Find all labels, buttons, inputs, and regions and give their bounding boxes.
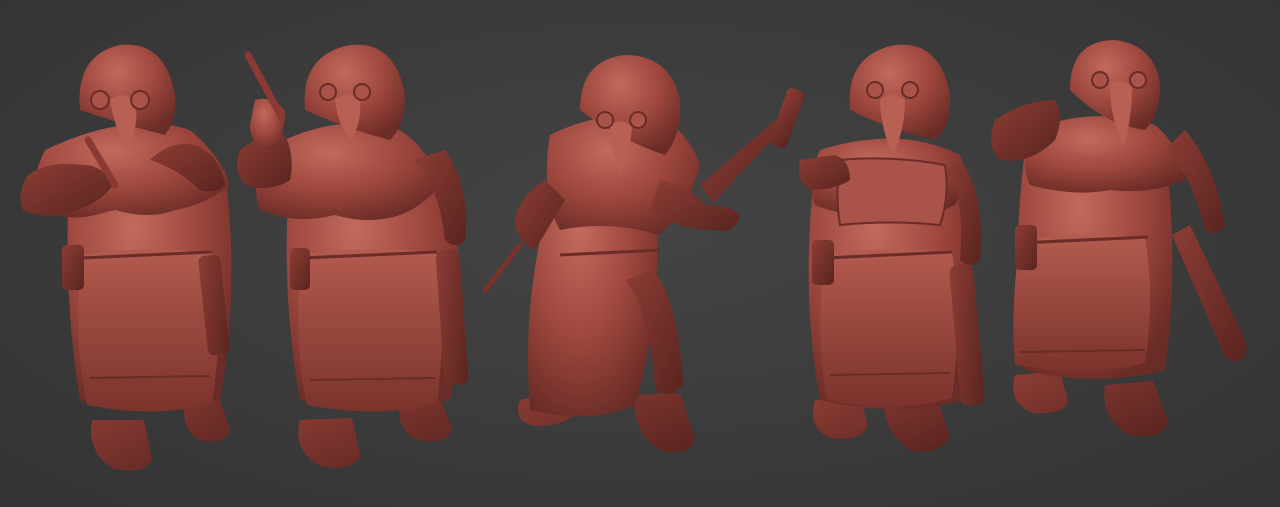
figure-4 [798, 44, 985, 452]
figure-2-goggle-right [353, 83, 371, 101]
sculpt-scene [20, 40, 1247, 471]
figure-5-goggle-left [1091, 71, 1109, 89]
figure-5-boots [1013, 371, 1168, 437]
figure-2-apron [298, 249, 442, 412]
figure-1 [20, 44, 232, 471]
figure-1-goggle-left [90, 90, 110, 110]
figure-1-goggle-right [130, 90, 150, 110]
figure-3 [482, 55, 805, 453]
figure-5 [991, 40, 1247, 437]
figure-2-goggle-left [319, 83, 337, 101]
figure-5-pistol [1172, 225, 1247, 362]
render-viewport [0, 0, 1280, 507]
figure-4-goggle-left [866, 81, 884, 99]
figure-3-goggle-left [596, 111, 614, 129]
figure-3-goggle-right [629, 111, 647, 129]
figure-4-scroll [836, 157, 948, 227]
figure-1-apron [78, 249, 218, 412]
figure-4-apron [820, 249, 957, 407]
figure-5-goggle-right [1129, 71, 1147, 89]
figure-4-goggle-right [901, 81, 919, 99]
figure-2 [236, 44, 469, 468]
figure-3-dagger [482, 242, 523, 293]
